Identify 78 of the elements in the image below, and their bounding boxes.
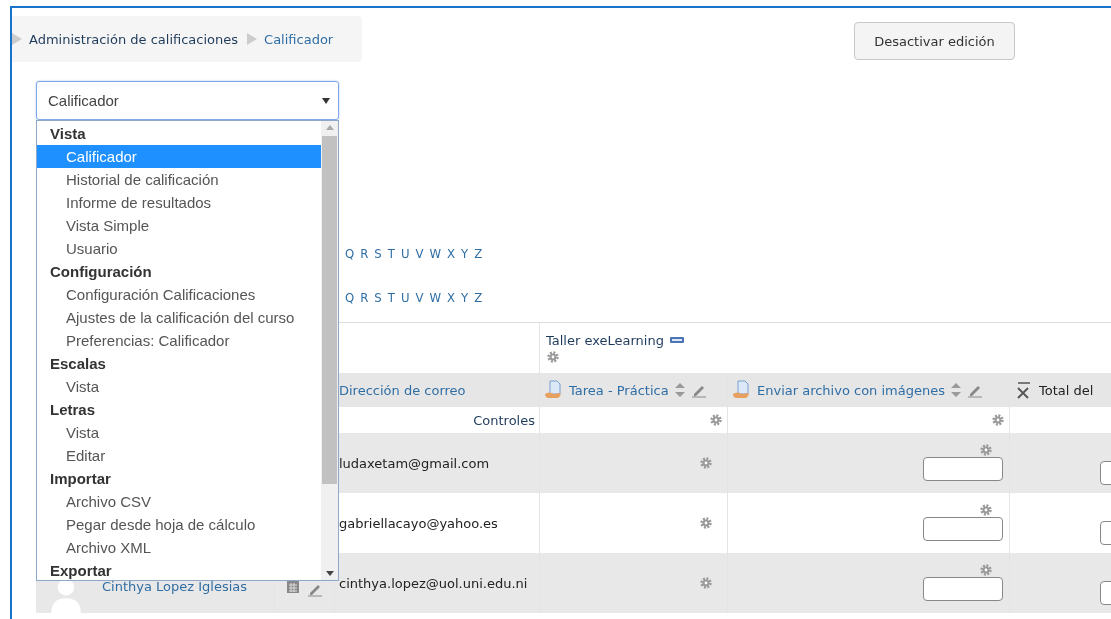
caret-icon bbox=[12, 33, 22, 45]
letter-filter-link[interactable]: R bbox=[360, 290, 369, 305]
dropdown-option[interactable]: Configuración Calificaciones bbox=[37, 283, 321, 306]
column-header: Total del bbox=[1039, 382, 1094, 398]
settings-icon[interactable] bbox=[546, 349, 560, 364]
dropdown-option[interactable]: Vista bbox=[37, 375, 321, 398]
category-title: Taller exeLearning bbox=[546, 332, 664, 348]
settings-icon[interactable] bbox=[979, 443, 993, 457]
letter-filter-link[interactable]: Q bbox=[345, 246, 355, 261]
breadcrumb-link[interactable]: Administración de calificaciones bbox=[29, 31, 239, 47]
settings-icon[interactable] bbox=[979, 563, 993, 577]
report-select[interactable]: Calificador bbox=[36, 81, 339, 120]
letter-filter-link[interactable]: V bbox=[415, 246, 424, 261]
dropdown-arrow-icon bbox=[322, 97, 330, 104]
dropdown-option[interactable]: Editar bbox=[37, 444, 321, 467]
option-group-label: Importar bbox=[49, 469, 112, 489]
dropdown-option[interactable]: Calificador bbox=[37, 145, 321, 168]
grid-icon[interactable] bbox=[287, 581, 299, 593]
letter-filter-link[interactable]: T bbox=[387, 290, 395, 305]
letter-filter-link[interactable]: Y bbox=[461, 246, 469, 261]
letter-filter-link[interactable]: W bbox=[429, 246, 442, 261]
scroll-up-icon[interactable] bbox=[325, 125, 334, 130]
column-header-link[interactable]: Enviar archivo con imágenes bbox=[757, 382, 945, 398]
letter-filter-link[interactable]: V bbox=[415, 290, 424, 305]
option-group-label: Exportar bbox=[49, 561, 113, 581]
collapse-icon[interactable] bbox=[669, 337, 684, 343]
sort-icon[interactable] bbox=[673, 382, 686, 398]
dropdown-option[interactable]: Pegar desde hoja de cálculo bbox=[37, 513, 321, 536]
letter-filter-link[interactable]: R bbox=[360, 246, 369, 261]
scroll-down-icon[interactable] bbox=[325, 571, 334, 576]
caret-icon bbox=[247, 33, 258, 45]
scrollbar[interactable] bbox=[321, 121, 338, 580]
settings-icon[interactable] bbox=[699, 516, 713, 530]
turn-editing-off-button[interactable]: Desactivar edición bbox=[854, 22, 1015, 60]
dropdown-option[interactable]: Ajustes de la calificación del curso bbox=[37, 306, 321, 329]
option-group-label: Letras bbox=[49, 400, 97, 420]
breadcrumb-link[interactable]: Calificador bbox=[264, 31, 334, 47]
letter-filter-link[interactable]: Z bbox=[474, 290, 483, 305]
dropdown-option[interactable]: Vista Simple bbox=[37, 214, 321, 237]
student-name-link[interactable]: Cinthya Lopez Iglesias bbox=[102, 579, 248, 594]
option-group-label: Vista bbox=[49, 124, 87, 144]
letter-filter-link[interactable]: W bbox=[429, 290, 442, 305]
letter-filter-link[interactable]: X bbox=[447, 246, 456, 261]
settings-icon[interactable] bbox=[699, 576, 713, 590]
option-group-label: Escalas bbox=[49, 354, 107, 374]
sort-icon[interactable] bbox=[950, 382, 962, 398]
dropdown-option[interactable]: Archivo CSV bbox=[37, 490, 321, 513]
settings-icon[interactable] bbox=[979, 503, 993, 517]
letter-filter-link[interactable]: Y bbox=[461, 290, 469, 305]
controls-label: Controles bbox=[473, 412, 535, 428]
dropdown-option[interactable]: Historial de calificación bbox=[37, 168, 321, 191]
dropdown-option[interactable]: Preferencias: Calificador bbox=[37, 329, 321, 352]
dropdown-option[interactable]: Informe de resultados bbox=[37, 191, 321, 214]
letter-filter-link[interactable]: T bbox=[387, 246, 395, 261]
settings-icon[interactable] bbox=[991, 413, 1005, 427]
column-header-link[interactable]: Tarea - Práctica bbox=[569, 382, 669, 398]
grade-input[interactable] bbox=[923, 577, 1003, 601]
email-text: ludaxetam@gmail.com bbox=[339, 455, 490, 471]
assignment-icon bbox=[732, 380, 752, 400]
dropdown-option[interactable]: Archivo XML bbox=[37, 536, 321, 559]
letter-filter-link[interactable]: U bbox=[400, 246, 410, 261]
settings-icon[interactable] bbox=[699, 456, 713, 470]
option-group-label: Configuración bbox=[49, 262, 153, 282]
letter-filter-link[interactable]: S bbox=[374, 246, 382, 261]
email-text: gabriellacayo@yahoo.es bbox=[339, 515, 498, 531]
letter-filter-link[interactable]: Z bbox=[474, 246, 483, 261]
email-text: cinthya.lopez@uol.uni.edu.ni bbox=[339, 575, 528, 591]
letter-filter-link[interactable]: S bbox=[374, 290, 382, 305]
dropdown-option[interactable]: Vista bbox=[37, 421, 321, 444]
grade-input[interactable] bbox=[923, 517, 1003, 541]
letter-filter-link[interactable]: X bbox=[447, 290, 456, 305]
letter-filter-link[interactable]: Q bbox=[345, 290, 355, 305]
settings-icon[interactable] bbox=[709, 413, 723, 427]
grade-input[interactable] bbox=[923, 457, 1003, 481]
assignment-icon bbox=[544, 380, 564, 400]
column-header-link[interactable]: Dirección de correo bbox=[339, 382, 466, 398]
dropdown-option[interactable]: Usuario bbox=[37, 237, 321, 260]
letter-filter-link[interactable]: U bbox=[400, 290, 410, 305]
